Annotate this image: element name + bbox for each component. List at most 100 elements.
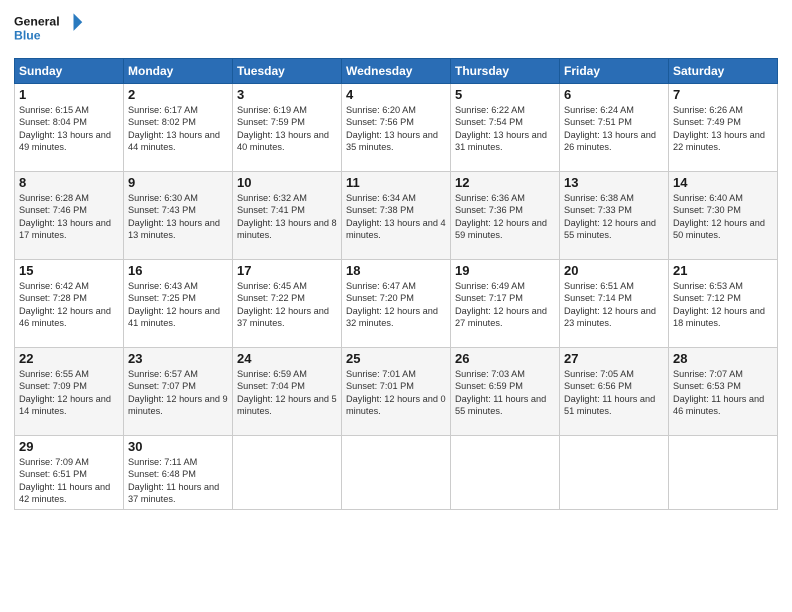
calendar-cell: 22 Sunrise: 6:55 AM Sunset: 7:09 PM Dayl… [15,348,124,436]
calendar-cell: 25 Sunrise: 7:01 AM Sunset: 7:01 PM Dayl… [342,348,451,436]
day-number: 26 [455,351,555,366]
day-info: Sunrise: 6:55 AM Sunset: 7:09 PM Dayligh… [19,368,119,418]
calendar-cell: 12 Sunrise: 6:36 AM Sunset: 7:36 PM Dayl… [451,172,560,260]
day-info: Sunrise: 7:07 AM Sunset: 6:53 PM Dayligh… [673,368,773,418]
day-number: 25 [346,351,446,366]
day-info: Sunrise: 6:47 AM Sunset: 7:20 PM Dayligh… [346,280,446,330]
day-info: Sunrise: 6:15 AM Sunset: 8:04 PM Dayligh… [19,104,119,154]
day-info: Sunrise: 6:32 AM Sunset: 7:41 PM Dayligh… [237,192,337,242]
day-info: Sunrise: 6:36 AM Sunset: 7:36 PM Dayligh… [455,192,555,242]
day-number: 12 [455,175,555,190]
day-number: 21 [673,263,773,278]
day-info: Sunrise: 6:28 AM Sunset: 7:46 PM Dayligh… [19,192,119,242]
day-info: Sunrise: 6:30 AM Sunset: 7:43 PM Dayligh… [128,192,228,242]
calendar-cell [669,436,778,510]
calendar-cell: 3 Sunrise: 6:19 AM Sunset: 7:59 PM Dayli… [233,84,342,172]
day-number: 4 [346,87,446,102]
day-info: Sunrise: 7:09 AM Sunset: 6:51 PM Dayligh… [19,456,119,506]
day-number: 27 [564,351,664,366]
day-number: 13 [564,175,664,190]
day-info: Sunrise: 7:03 AM Sunset: 6:59 PM Dayligh… [455,368,555,418]
svg-text:General: General [14,15,60,29]
day-info: Sunrise: 6:51 AM Sunset: 7:14 PM Dayligh… [564,280,664,330]
day-info: Sunrise: 6:40 AM Sunset: 7:30 PM Dayligh… [673,192,773,242]
day-number: 11 [346,175,446,190]
day-info: Sunrise: 6:17 AM Sunset: 8:02 PM Dayligh… [128,104,228,154]
day-info: Sunrise: 6:22 AM Sunset: 7:54 PM Dayligh… [455,104,555,154]
day-number: 1 [19,87,119,102]
day-number: 10 [237,175,337,190]
calendar-cell [451,436,560,510]
calendar-cell: 14 Sunrise: 6:40 AM Sunset: 7:30 PM Dayl… [669,172,778,260]
day-number: 3 [237,87,337,102]
calendar-cell: 30 Sunrise: 7:11 AM Sunset: 6:48 PM Dayl… [124,436,233,510]
calendar-cell: 19 Sunrise: 6:49 AM Sunset: 7:17 PM Dayl… [451,260,560,348]
calendar-cell: 16 Sunrise: 6:43 AM Sunset: 7:25 PM Dayl… [124,260,233,348]
calendar-cell: 13 Sunrise: 6:38 AM Sunset: 7:33 PM Dayl… [560,172,669,260]
day-number: 19 [455,263,555,278]
calendar-header-sunday: Sunday [15,59,124,84]
calendar-cell: 9 Sunrise: 6:30 AM Sunset: 7:43 PM Dayli… [124,172,233,260]
day-number: 28 [673,351,773,366]
calendar-header-saturday: Saturday [669,59,778,84]
calendar-cell: 10 Sunrise: 6:32 AM Sunset: 7:41 PM Dayl… [233,172,342,260]
calendar-cell: 6 Sunrise: 6:24 AM Sunset: 7:51 PM Dayli… [560,84,669,172]
calendar-cell [342,436,451,510]
calendar-cell: 27 Sunrise: 7:05 AM Sunset: 6:56 PM Dayl… [560,348,669,436]
calendar-cell: 20 Sunrise: 6:51 AM Sunset: 7:14 PM Dayl… [560,260,669,348]
svg-text:Blue: Blue [14,29,41,43]
day-number: 18 [346,263,446,278]
day-info: Sunrise: 6:24 AM Sunset: 7:51 PM Dayligh… [564,104,664,154]
day-number: 24 [237,351,337,366]
page: General Blue SundayMondayTuesdayWednesda… [0,0,792,612]
calendar-cell: 4 Sunrise: 6:20 AM Sunset: 7:56 PM Dayli… [342,84,451,172]
day-number: 17 [237,263,337,278]
day-info: Sunrise: 6:19 AM Sunset: 7:59 PM Dayligh… [237,104,337,154]
calendar-header-friday: Friday [560,59,669,84]
calendar-cell: 2 Sunrise: 6:17 AM Sunset: 8:02 PM Dayli… [124,84,233,172]
calendar-cell: 17 Sunrise: 6:45 AM Sunset: 7:22 PM Dayl… [233,260,342,348]
day-info: Sunrise: 6:26 AM Sunset: 7:49 PM Dayligh… [673,104,773,154]
day-number: 7 [673,87,773,102]
calendar-cell: 26 Sunrise: 7:03 AM Sunset: 6:59 PM Dayl… [451,348,560,436]
calendar-header-thursday: Thursday [451,59,560,84]
calendar-table: SundayMondayTuesdayWednesdayThursdayFrid… [14,58,778,510]
day-info: Sunrise: 6:38 AM Sunset: 7:33 PM Dayligh… [564,192,664,242]
header: General Blue [14,10,778,50]
day-info: Sunrise: 6:43 AM Sunset: 7:25 PM Dayligh… [128,280,228,330]
logo-svg: General Blue [14,10,84,50]
day-info: Sunrise: 6:34 AM Sunset: 7:38 PM Dayligh… [346,192,446,242]
calendar-cell: 8 Sunrise: 6:28 AM Sunset: 7:46 PM Dayli… [15,172,124,260]
day-info: Sunrise: 6:57 AM Sunset: 7:07 PM Dayligh… [128,368,228,418]
calendar-cell: 24 Sunrise: 6:59 AM Sunset: 7:04 PM Dayl… [233,348,342,436]
day-number: 29 [19,439,119,454]
calendar-cell: 7 Sunrise: 6:26 AM Sunset: 7:49 PM Dayli… [669,84,778,172]
logo: General Blue [14,10,84,50]
calendar-cell: 29 Sunrise: 7:09 AM Sunset: 6:51 PM Dayl… [15,436,124,510]
day-number: 14 [673,175,773,190]
calendar-cell [560,436,669,510]
day-number: 23 [128,351,228,366]
day-number: 16 [128,263,228,278]
day-number: 5 [455,87,555,102]
calendar-cell: 11 Sunrise: 6:34 AM Sunset: 7:38 PM Dayl… [342,172,451,260]
day-info: Sunrise: 6:49 AM Sunset: 7:17 PM Dayligh… [455,280,555,330]
day-info: Sunrise: 7:11 AM Sunset: 6:48 PM Dayligh… [128,456,228,506]
day-info: Sunrise: 6:53 AM Sunset: 7:12 PM Dayligh… [673,280,773,330]
calendar-cell: 21 Sunrise: 6:53 AM Sunset: 7:12 PM Dayl… [669,260,778,348]
calendar-header-row: SundayMondayTuesdayWednesdayThursdayFrid… [15,59,778,84]
day-number: 8 [19,175,119,190]
day-number: 30 [128,439,228,454]
calendar-cell: 23 Sunrise: 6:57 AM Sunset: 7:07 PM Dayl… [124,348,233,436]
calendar-cell: 15 Sunrise: 6:42 AM Sunset: 7:28 PM Dayl… [15,260,124,348]
calendar-cell: 18 Sunrise: 6:47 AM Sunset: 7:20 PM Dayl… [342,260,451,348]
day-info: Sunrise: 6:42 AM Sunset: 7:28 PM Dayligh… [19,280,119,330]
day-number: 6 [564,87,664,102]
day-info: Sunrise: 6:20 AM Sunset: 7:56 PM Dayligh… [346,104,446,154]
day-number: 22 [19,351,119,366]
day-number: 20 [564,263,664,278]
day-info: Sunrise: 7:01 AM Sunset: 7:01 PM Dayligh… [346,368,446,418]
calendar-header-tuesday: Tuesday [233,59,342,84]
day-number: 15 [19,263,119,278]
day-number: 9 [128,175,228,190]
